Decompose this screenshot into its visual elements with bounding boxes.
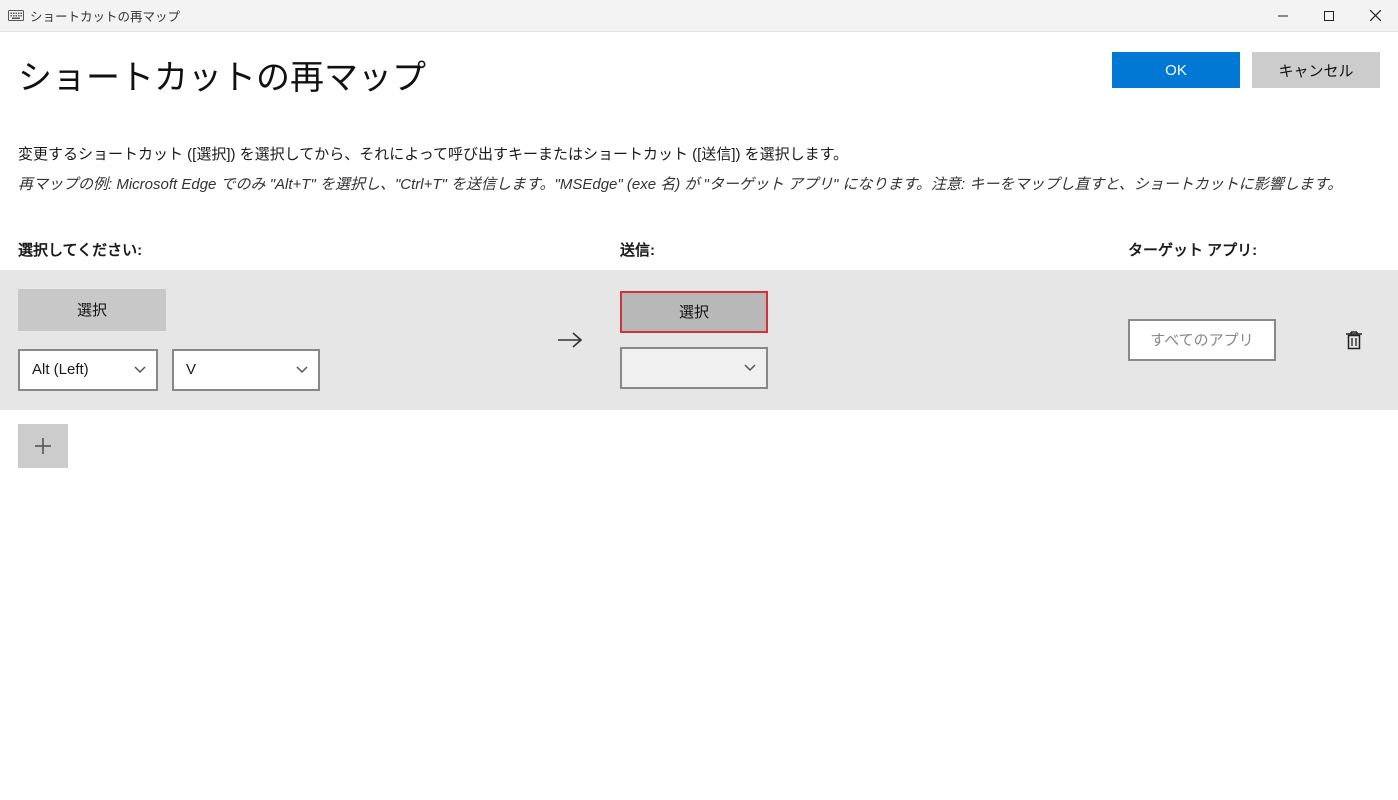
window-titlebar: ショートカットの再マップ <box>0 0 1398 32</box>
target-placeholder: すべてのアプリ <box>1150 329 1253 350</box>
send-select-button[interactable]: 選択 <box>620 291 768 333</box>
maximize-button[interactable] <box>1306 0 1352 32</box>
header: ショートカットの再マップ OK キャンセル <box>0 32 1398 109</box>
modifier-value: Alt (Left) <box>32 361 89 378</box>
key-value: V <box>186 361 196 378</box>
key-dropdown[interactable]: V <box>172 349 320 391</box>
modifier-dropdown[interactable]: Alt (Left) <box>18 349 158 391</box>
window-title: ショートカットの再マップ <box>30 6 180 25</box>
column-header-send: 送信: <box>620 239 1128 260</box>
plus-icon <box>33 436 53 456</box>
description-text: 変更するショートカット ([選択]) を選択してから、それによって呼び出すキーま… <box>18 143 1380 164</box>
target-area: すべてのアプリ <box>1128 319 1380 361</box>
close-button[interactable] <box>1352 0 1398 32</box>
action-buttons: OK キャンセル <box>1112 52 1380 88</box>
example-text: 再マップの例: Microsoft Edge でのみ "Alt+T" を選択し、… <box>18 174 1380 197</box>
trash-icon <box>1345 330 1363 350</box>
ok-button[interactable]: OK <box>1112 52 1240 88</box>
page-title: ショートカットの再マップ <box>18 50 1112 99</box>
chevron-down-icon <box>134 366 146 374</box>
select-shortcut-button[interactable]: 選択 <box>18 289 166 331</box>
keyboard-icon <box>8 10 24 22</box>
column-header-select: 選択してください: <box>18 239 620 260</box>
send-area: 選択 <box>620 291 1128 389</box>
cancel-button[interactable]: キャンセル <box>1252 52 1380 88</box>
chevron-down-icon <box>744 364 756 372</box>
chevron-down-icon <box>296 366 308 374</box>
window-controls <box>1260 0 1398 32</box>
arrow-icon <box>540 330 600 350</box>
send-dropdown[interactable] <box>620 347 768 389</box>
body-text: 変更するショートカット ([選択]) を選択してから、それによって呼び出すキーま… <box>0 109 1398 225</box>
column-headers: 選択してください: 送信: ターゲット アプリ: <box>0 225 1398 270</box>
minimize-button[interactable] <box>1260 0 1306 32</box>
target-app-input[interactable]: すべてのアプリ <box>1128 319 1276 361</box>
add-row-area <box>0 410 1398 482</box>
delete-row-button[interactable] <box>1336 322 1372 358</box>
column-header-target: ターゲット アプリ: <box>1128 239 1380 260</box>
key-dropdowns: Alt (Left) V <box>18 349 320 391</box>
mapping-row: 選択 Alt (Left) V <box>0 270 1398 410</box>
add-mapping-button[interactable] <box>18 424 68 468</box>
select-area: 選択 Alt (Left) V <box>18 289 620 391</box>
